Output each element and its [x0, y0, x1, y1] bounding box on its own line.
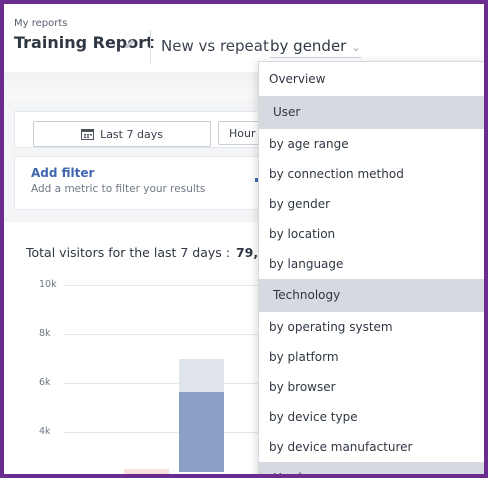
- bar-segment[interactable]: [179, 391, 224, 472]
- app-frame: My reports Training Report New vs repeat…: [4, 4, 484, 474]
- dropdown-option[interactable]: by platform: [259, 342, 484, 372]
- report-type-selector[interactable]: by gender ⌄: [270, 37, 361, 58]
- dropdown-option[interactable]: by age range: [259, 129, 484, 159]
- grid-line: [64, 285, 264, 286]
- y-tick-label: 8k: [39, 328, 51, 339]
- add-filter-title[interactable]: Add filter: [31, 166, 94, 180]
- date-range-label: Last 7 days: [100, 127, 163, 141]
- y-tick-label: 10k: [39, 279, 57, 290]
- date-range-button[interactable]: Last 7 days: [33, 121, 211, 147]
- grid-line: [64, 432, 264, 433]
- grid-line: [64, 383, 264, 384]
- report-subtitle: New vs repeat: [161, 37, 269, 55]
- grid-line: [64, 334, 264, 335]
- selector-value: by gender: [270, 37, 347, 55]
- calendar-icon: [81, 129, 95, 140]
- dropdown-option[interactable]: by device type: [259, 402, 484, 432]
- dropdown-group-header: Hardware: [259, 462, 484, 474]
- interval-label: Hour: [229, 126, 256, 140]
- dropdown-option[interactable]: Overview: [259, 62, 484, 96]
- dropdown-option[interactable]: by operating system: [259, 312, 484, 342]
- dropdown-group-header: User: [259, 96, 484, 129]
- add-filter-description: Add a metric to filter your results: [31, 183, 206, 195]
- chart-total-value: 79,: [235, 245, 259, 260]
- bar-partial[interactable]: [124, 469, 169, 474]
- dropdown-group-header: Technology: [259, 279, 484, 312]
- edit-pencil-icon[interactable]: [123, 37, 137, 51]
- chevron-down-icon: ⌄: [351, 41, 361, 54]
- breadcrumb[interactable]: My reports: [14, 18, 67, 29]
- dropdown-option[interactable]: by gender: [259, 189, 484, 219]
- dropdown-option[interactable]: by location: [259, 219, 484, 249]
- report-type-dropdown[interactable]: Overview User by age range by connection me…: [258, 61, 484, 474]
- header-divider: [150, 30, 151, 64]
- dropdown-option[interactable]: by connection method: [259, 159, 484, 189]
- chart-title-text: Total visitors for the last 7 days :: [26, 245, 230, 260]
- dropdown-option[interactable]: by language: [259, 249, 484, 279]
- chart-title: Total visitors for the last 7 days : 79,: [26, 245, 258, 260]
- dropdown-option[interactable]: by browser: [259, 372, 484, 402]
- dropdown-option[interactable]: by device manufacturer: [259, 432, 484, 462]
- y-tick-label: 4k: [39, 426, 51, 437]
- y-tick-label: 6k: [39, 377, 51, 388]
